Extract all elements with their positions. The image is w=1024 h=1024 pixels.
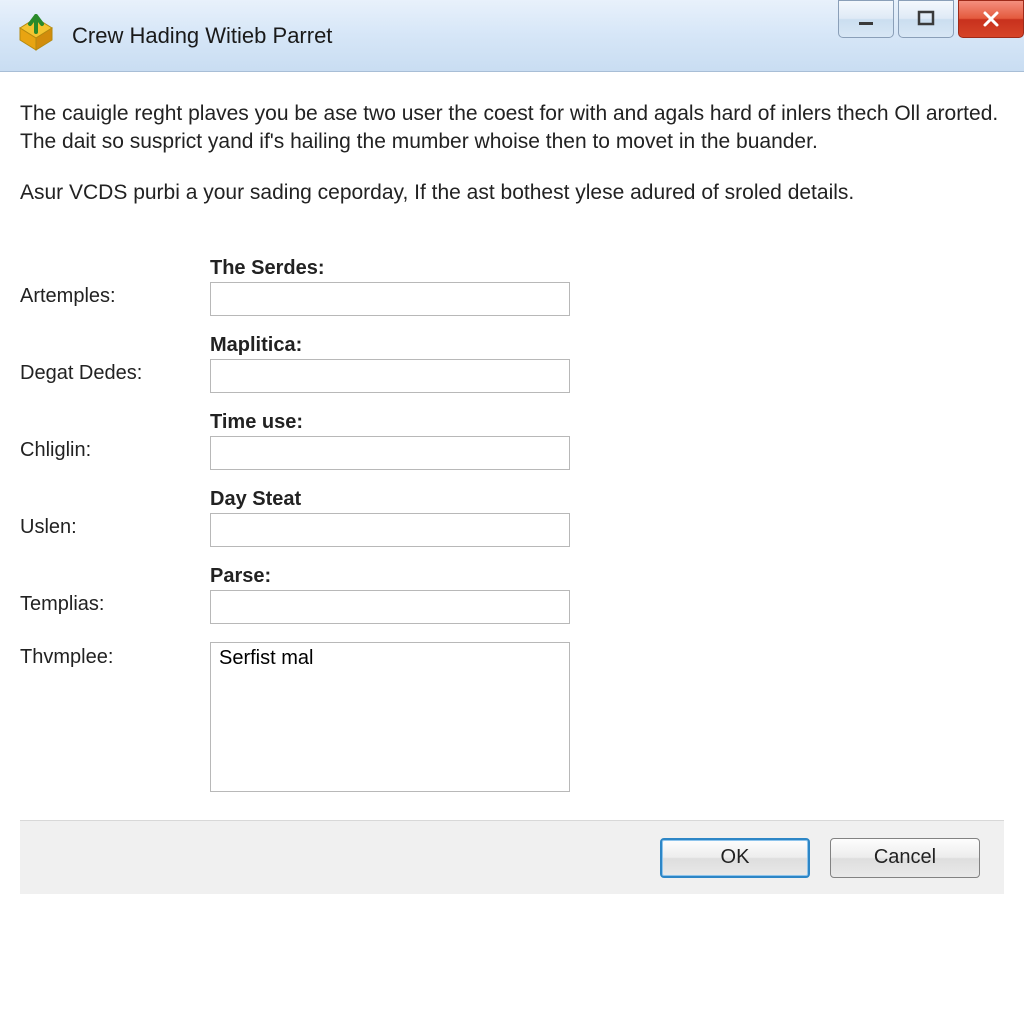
app-icon <box>14 14 58 58</box>
close-button[interactable] <box>958 0 1024 38</box>
titlebar: Crew Hading Witieb Parret <box>0 0 1024 72</box>
field-label: Maplitica: <box>210 334 570 357</box>
time-use-input[interactable] <box>210 436 570 470</box>
window-controls <box>838 0 1024 38</box>
form-row-artemples: Artemples: The Serdes: <box>20 257 1004 316</box>
form-row-templias: Templias: Parse: <box>20 565 1004 624</box>
parse-input[interactable] <box>210 590 570 624</box>
form-row-thvmplee: Thvmplee: <box>20 642 1004 798</box>
dialog-window: Crew Hading Witieb Parret The cauigle re… <box>0 0 1024 1024</box>
form-row-uslen: Uslen: Day Steat <box>20 488 1004 547</box>
field-label: The Serdes: <box>210 257 570 280</box>
serdes-input[interactable] <box>210 282 570 316</box>
intro-paragraph-2: Asur VCDS purbi a your sading ceporday, … <box>20 179 1004 207</box>
client-area: The cauigle reght plaves you be ase two … <box>0 72 1024 1024</box>
field-label: Parse: <box>210 565 570 588</box>
maximize-button[interactable] <box>898 0 954 38</box>
row-label: Uslen: <box>20 488 210 539</box>
field-label: Day Steat <box>210 488 570 511</box>
form: Artemples: The Serdes: Degat Dedes: Mapl… <box>20 251 1004 798</box>
day-steat-input[interactable] <box>210 513 570 547</box>
intro-text: The cauigle reght plaves you be ase two … <box>20 100 1004 229</box>
row-label: Degat Dedes: <box>20 334 210 385</box>
row-label: Templias: <box>20 565 210 616</box>
minimize-button[interactable] <box>838 0 894 38</box>
form-row-chliglin: Chliglin: Time use: <box>20 411 1004 470</box>
intro-paragraph-1: The cauigle reght plaves you be ase two … <box>20 100 1004 157</box>
field-label: Time use: <box>210 411 570 434</box>
row-label: Thvmplee: <box>20 642 210 669</box>
field-group: Maplitica: <box>210 334 570 393</box>
maplitica-input[interactable] <box>210 359 570 393</box>
field-group: The Serdes: <box>210 257 570 316</box>
form-row-degat-dedes: Degat Dedes: Maplitica: <box>20 334 1004 393</box>
ok-button[interactable]: OK <box>660 838 810 878</box>
row-label: Chliglin: <box>20 411 210 462</box>
field-group: Time use: <box>210 411 570 470</box>
field-group: Parse: <box>210 565 570 624</box>
window-title: Crew Hading Witieb Parret <box>72 23 332 49</box>
cancel-button[interactable]: Cancel <box>830 838 980 878</box>
field-group: Day Steat <box>210 488 570 547</box>
row-label: Artemples: <box>20 257 210 308</box>
serfist-textarea[interactable] <box>210 642 570 792</box>
dialog-footer: OK Cancel <box>20 820 1004 894</box>
field-group <box>210 642 570 798</box>
